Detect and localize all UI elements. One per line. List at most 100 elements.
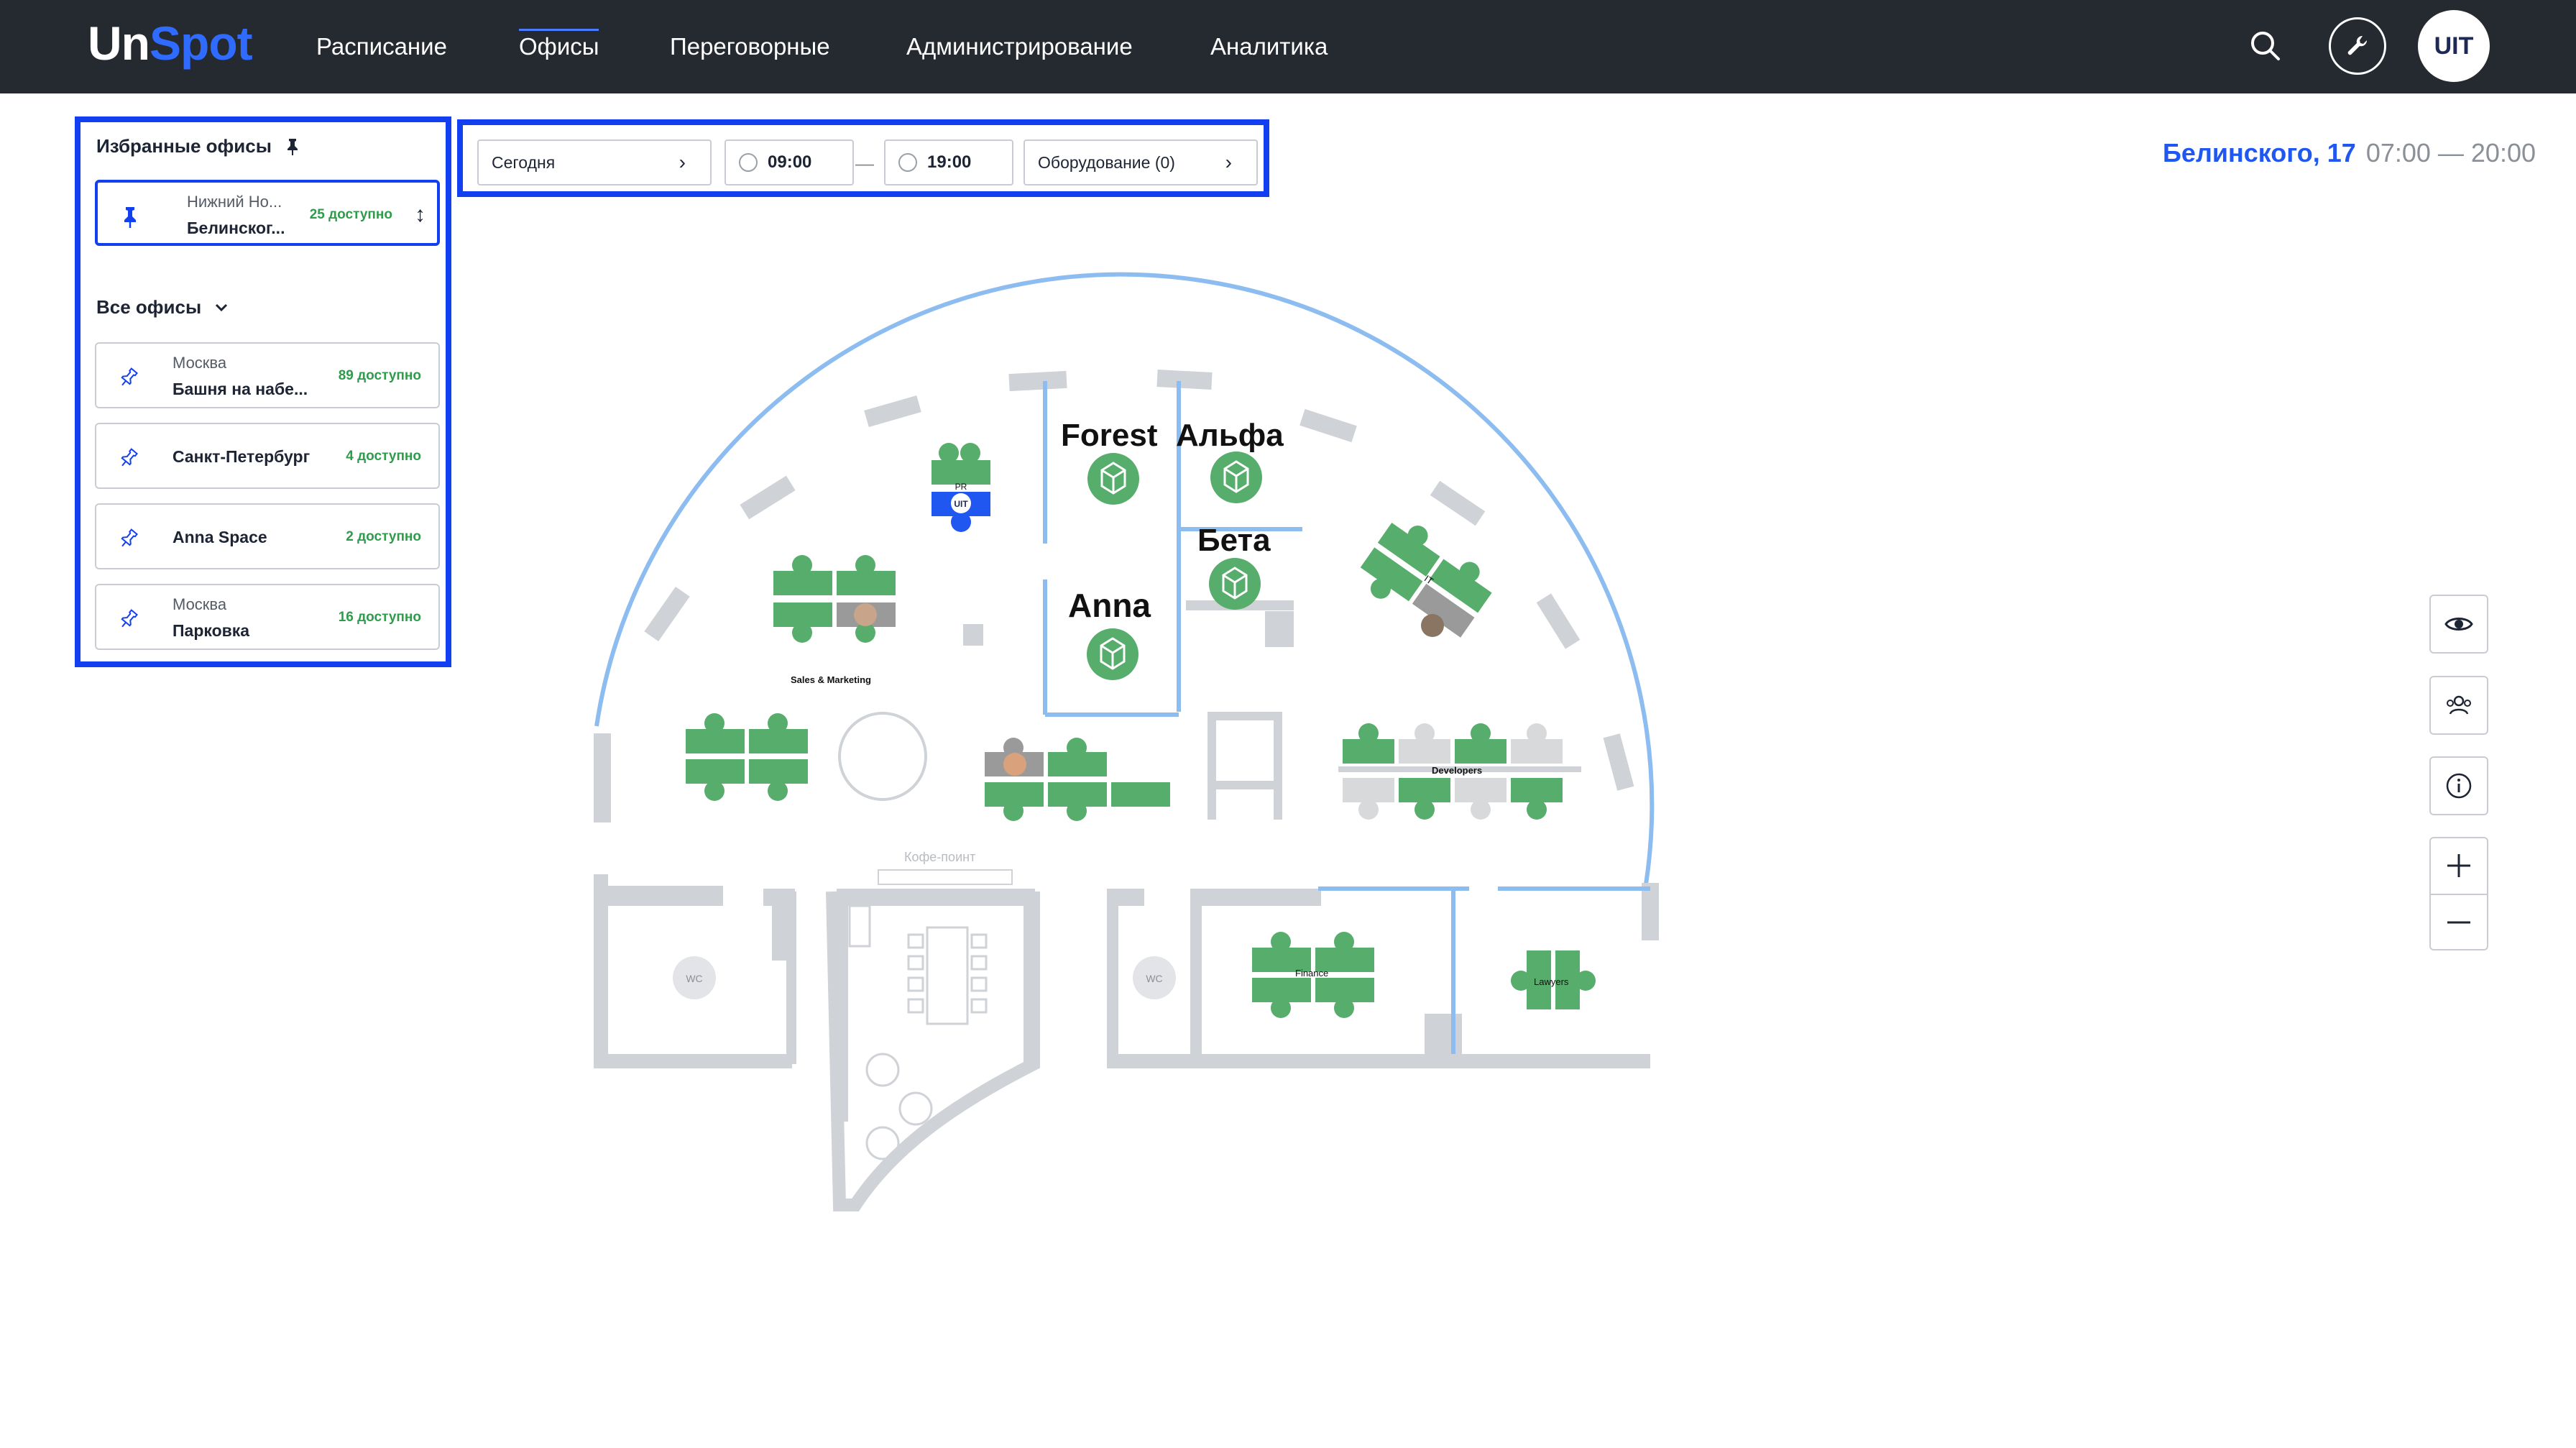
office-name: Anna Space <box>172 528 267 546</box>
clock-icon <box>739 153 758 172</box>
desk-cluster-left[interactable] <box>686 713 808 801</box>
employee-avatar[interactable] <box>1421 614 1444 637</box>
office-name: Белинског... <box>187 219 285 237</box>
coffee-area-wall <box>826 891 1040 1211</box>
coffee-table <box>848 904 988 1160</box>
favorite-office-card[interactable]: Нижний Но... Белинског... 25 доступно ↕ <box>95 180 440 246</box>
svg-text:WC: WC <box>1146 973 1162 984</box>
svg-text:Finance: Finance <box>1295 968 1328 979</box>
drag-sort-icon[interactable]: ↕ <box>415 203 426 227</box>
wc-right: WC <box>1133 956 1176 999</box>
zoom-in-button[interactable] <box>2431 838 2487 893</box>
office-hours: 07:00 — 20:00 <box>2365 138 2536 168</box>
office-city: Москва <box>172 595 227 613</box>
pin-outline-icon[interactable] <box>116 607 141 631</box>
nav-analytics[interactable]: Аналитика <box>1210 33 1328 60</box>
meeting-room-forest-icon[interactable] <box>1087 453 1139 505</box>
time-from-input[interactable]: 09:00 <box>724 139 854 185</box>
nav-meeting-rooms[interactable]: Переговорные <box>670 33 830 60</box>
svg-text:PR: PR <box>955 482 967 492</box>
room-label-beta: Бета <box>1197 523 1271 558</box>
chevron-right-icon: › <box>678 151 686 173</box>
office-availability: 4 доступно <box>346 449 421 464</box>
svg-text:Sales & Marketing: Sales & Marketing <box>791 674 871 685</box>
nav-administration[interactable]: Администрирование <box>906 33 1133 60</box>
info-icon <box>2446 773 2472 799</box>
visibility-button[interactable] <box>2429 595 2488 654</box>
office-availability: 25 доступно <box>309 207 392 222</box>
top-navigation-bar: UnSpot Расписание Офисы Переговорные Адм… <box>0 0 2576 93</box>
nav-schedule[interactable]: Расписание <box>316 33 447 60</box>
desk-cluster-center[interactable] <box>985 738 1170 821</box>
pin-filled-icon <box>287 138 298 155</box>
all-offices-toggle[interactable]: Все офисы <box>96 296 229 319</box>
room-label-alpha: Альфа <box>1176 418 1284 453</box>
unspot-logo[interactable]: UnSpot <box>88 16 253 70</box>
zoom-controls <box>2429 837 2488 950</box>
window-pillars <box>594 370 1659 940</box>
employee-avatar[interactable] <box>854 603 877 626</box>
office-card-spb[interactable]: Санкт-Петербург 4 доступно <box>95 423 440 489</box>
eye-icon <box>2444 618 2473 631</box>
round-table <box>838 712 927 801</box>
nav-offices[interactable]: Офисы <box>519 29 599 60</box>
office-availability: 89 доступно <box>338 368 421 383</box>
svg-text:Developers: Developers <box>1432 765 1482 776</box>
room-label-anna: Anna <box>1068 587 1151 624</box>
offices-sidebar: Избранные офисы Нижний Но... Белинског..… <box>75 116 451 667</box>
settings-tool-button[interactable] <box>2329 17 2386 75</box>
glass-partitions <box>1043 381 1650 1054</box>
meeting-room-beta-icon[interactable] <box>1209 558 1261 610</box>
office-availability: 2 доступно <box>346 529 421 544</box>
equipment-select[interactable]: Оборудование (0) › <box>1024 139 1258 185</box>
zoom-out-button[interactable] <box>2431 895 2487 950</box>
favorites-section-title: Избранные офисы <box>96 135 300 157</box>
room-label-forest: Forest <box>1061 418 1158 453</box>
people-button[interactable] <box>2429 676 2488 735</box>
meeting-room-alpha-icon[interactable] <box>1210 452 1262 503</box>
office-card-moscow-tower[interactable]: Москва Башня на набе... 89 доступно <box>95 342 440 408</box>
zoom-in-icon <box>2447 854 2470 877</box>
desk-cluster-lawyers[interactable]: Lawyers <box>1511 950 1596 1009</box>
time-separator: — <box>855 152 874 174</box>
svg-text:WC: WC <box>686 973 702 984</box>
wc-left: WC <box>673 956 716 999</box>
filter-bar: Сегодня › 09:00 — 19:00 Оборудование (0)… <box>457 119 1269 197</box>
svg-text:UIT: UIT <box>954 499 968 509</box>
office-card-anna-space[interactable]: Anna Space 2 доступно <box>95 503 440 569</box>
user-avatar[interactable]: UIT <box>2418 10 2490 82</box>
date-select[interactable]: Сегодня › <box>477 139 712 185</box>
chevron-down-icon <box>216 303 228 311</box>
zoom-out-icon <box>2447 921 2470 924</box>
office-address: Белинского, 17 <box>2163 138 2356 168</box>
time-to-input[interactable]: 19:00 <box>884 139 1013 185</box>
interior-walls <box>594 590 1650 1122</box>
glass-outer-wall <box>594 272 1655 885</box>
desk-cluster-developers[interactable]: Developers <box>1338 723 1581 820</box>
people-icon <box>2447 695 2471 715</box>
desk-cluster-finance[interactable]: Finance <box>1252 932 1374 1018</box>
office-availability: 16 доступно <box>338 610 421 625</box>
employee-avatar[interactable] <box>1003 753 1026 776</box>
office-name: Парковка <box>172 621 250 640</box>
meeting-room-anna-icon[interactable] <box>1087 628 1138 680</box>
office-city: Москва <box>172 354 227 372</box>
desk-cluster-it[interactable]: IT <box>1351 511 1500 651</box>
pin-outline-icon[interactable] <box>116 446 141 470</box>
office-card-moscow-parking[interactable]: Москва Парковка 16 доступно <box>95 584 440 650</box>
desk-cluster-pr[interactable]: PR UIT <box>932 443 990 532</box>
office-name: Санкт-Петербург <box>172 447 310 466</box>
pin-filled-icon[interactable] <box>118 204 142 229</box>
office-city: Нижний Но... <box>187 193 282 211</box>
chevron-right-icon: › <box>1225 151 1232 173</box>
svg-text:Lawyers: Lawyers <box>1534 976 1569 987</box>
wrench-icon <box>2347 35 2368 55</box>
svg-text:IT: IT <box>1422 573 1435 587</box>
info-button[interactable] <box>2429 756 2488 815</box>
coffee-point-label: Кофе-поинт <box>904 850 975 864</box>
pin-outline-icon[interactable] <box>116 365 141 390</box>
search-button[interactable] <box>2237 17 2294 75</box>
pin-outline-icon[interactable] <box>116 526 141 551</box>
coffee-counter <box>878 869 1013 885</box>
desk-cluster-sales-marketing[interactable]: Sales & Marketing <box>773 555 896 685</box>
